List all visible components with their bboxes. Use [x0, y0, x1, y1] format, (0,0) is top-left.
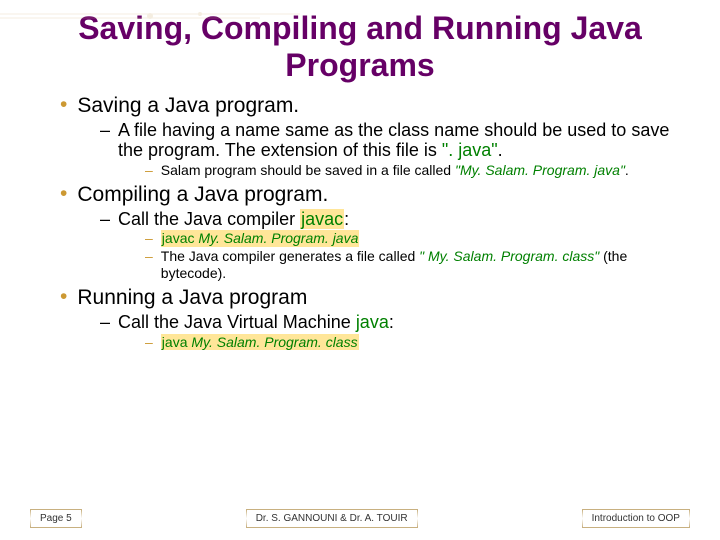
sub-compiling-text: Call the Java compiler javac: [118, 209, 349, 230]
sub-running-text: Call the Java Virtual Machine java: [118, 312, 394, 333]
subsub-salam-file: – Salam program should be saved in a fil… [145, 162, 690, 179]
subsub-java-text: java My. Salam. Program. class [161, 334, 359, 351]
subsub-bytecode: – The Java compiler generates a file cal… [145, 248, 690, 282]
dash-icon: – [100, 120, 110, 141]
bullet-compiling-text: Compiling a Java program. [77, 183, 328, 207]
bullet-dot-icon: • [60, 286, 67, 307]
footer-course: Introduction to OOP [582, 509, 690, 528]
slide-title: Saving, Compiling and Running Java Progr… [30, 10, 690, 84]
bullet-dot-icon: • [60, 94, 67, 115]
bullet-running-text: Running a Java program [77, 286, 307, 310]
dash-icon: – [100, 312, 110, 333]
sub-running-call: – Call the Java Virtual Machine java: [100, 312, 690, 333]
bullet-compiling: • Compiling a Java program. [60, 183, 690, 207]
dash-icon: – [145, 162, 153, 179]
footer-page: Page 5 [30, 509, 82, 528]
sub-compiling-call: – Call the Java compiler javac: [100, 209, 690, 230]
sub-saving-file: – A file having a name same as the class… [100, 120, 690, 161]
dash-icon: – [100, 209, 110, 230]
dash-icon: – [145, 334, 153, 351]
footer: Page 5 Dr. S. GANNOUNI & Dr. A. TOUIR In… [0, 509, 720, 528]
subsub-javac-text: javac My. Salam. Program. java [161, 230, 360, 247]
dash-icon: – [145, 248, 153, 265]
bullet-saving-text: Saving a Java program. [77, 94, 299, 118]
bullet-running: • Running a Java program [60, 286, 690, 310]
subsub-salam-text: Salam program should be saved in a file … [161, 162, 629, 179]
footer-authors: Dr. S. GANNOUNI & Dr. A. TOUIR [246, 509, 418, 528]
subsub-java-cmd: – java My. Salam. Program. class [145, 334, 690, 351]
subsub-javac-cmd: – javac My. Salam. Program. java [145, 230, 690, 247]
sub-saving-text: A file having a name same as the class n… [118, 120, 690, 161]
bullet-dot-icon: • [60, 183, 67, 204]
dash-icon: – [145, 230, 153, 247]
bullet-saving: • Saving a Java program. [60, 94, 690, 118]
subsub-bytecode-text: The Java compiler generates a file calle… [161, 248, 690, 282]
